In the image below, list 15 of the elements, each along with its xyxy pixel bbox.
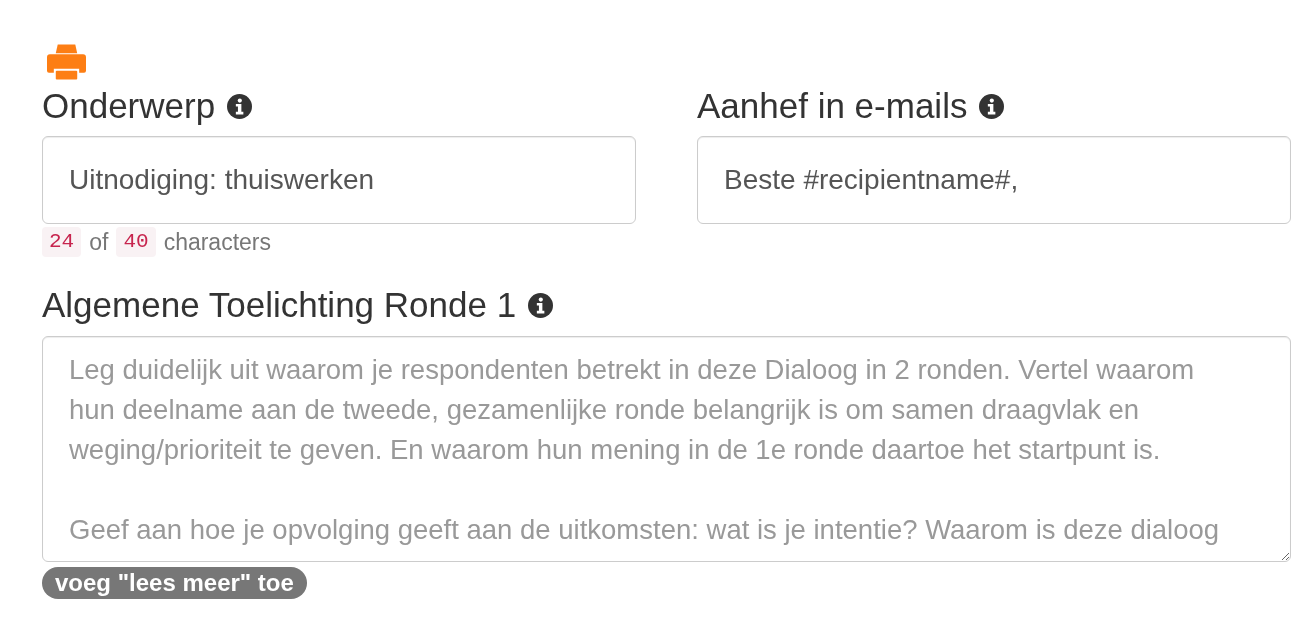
field-label: Aanhef in e-mails — [697, 86, 968, 126]
info-icon[interactable] — [979, 93, 1005, 119]
counter-text: characters — [163, 229, 271, 255]
subject-input[interactable]: Uitnodiging: thuiswerken — [42, 136, 636, 224]
explanation-textarea[interactable]: Leg duidelijk uit waarom je respondenten betrekt in deze Dialoog in 2 ronden. Vertel waarom hun deelname aan de tweede, gezamenlijke ronde belangrijk is om samen draagvlak en weging/prioriteit te geven. En waarom hun mening in de 1e ronde daartoe het startpunt is. Geef aan hoe je opvolging geeft aan de uitkomsten: wat is je intentie? Waarom is deze dialoog — [42, 336, 1291, 562]
salutation-input[interactable]: Beste #recipientname#, — [697, 136, 1291, 224]
printer-icon[interactable] — [47, 44, 86, 80]
character-count: 24 — [42, 227, 82, 257]
add-read-more-button[interactable]: voeg "lees meer" toe — [42, 567, 307, 599]
field-label: Algemene Toelichting Ronde 1 — [42, 285, 517, 325]
info-icon[interactable] — [227, 93, 253, 119]
field-label: Onderwerp — [42, 86, 216, 126]
character-limit: 40 — [116, 227, 156, 257]
info-icon[interactable] — [528, 292, 554, 318]
counter-text: of — [89, 229, 109, 255]
